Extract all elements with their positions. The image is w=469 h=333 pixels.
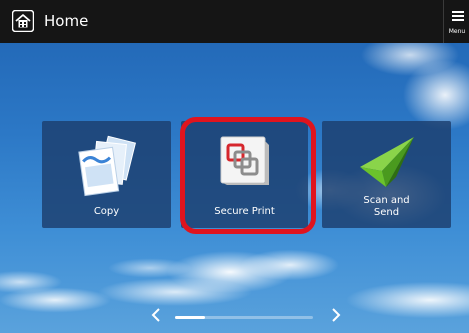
chevron-right-icon[interactable]	[328, 305, 344, 325]
tile-scan-label-line2: Send	[373, 207, 400, 218]
page-indicator-track	[175, 316, 313, 319]
page-title: Home	[44, 12, 89, 30]
tile-copy[interactable]: Copy	[42, 121, 171, 228]
tile-copy-label: Copy	[93, 206, 120, 217]
tile-scan-and-send[interactable]: Scan and Send	[322, 121, 451, 228]
menu-button[interactable]: Menu	[443, 0, 469, 43]
page-navigator	[0, 305, 469, 329]
menu-label: Menu	[448, 28, 466, 35]
paper-plane-icon	[360, 137, 414, 187]
hamburger-icon	[452, 11, 464, 21]
highlight-frame	[180, 117, 316, 234]
page-indicator-thumb	[175, 316, 205, 319]
chevron-left-icon[interactable]	[148, 305, 164, 325]
header-bar: Home Menu	[0, 0, 469, 43]
copy-documents-icon	[78, 135, 136, 197]
home-icon[interactable]	[12, 10, 34, 32]
tile-scan-label-line1: Scan and	[363, 195, 410, 206]
